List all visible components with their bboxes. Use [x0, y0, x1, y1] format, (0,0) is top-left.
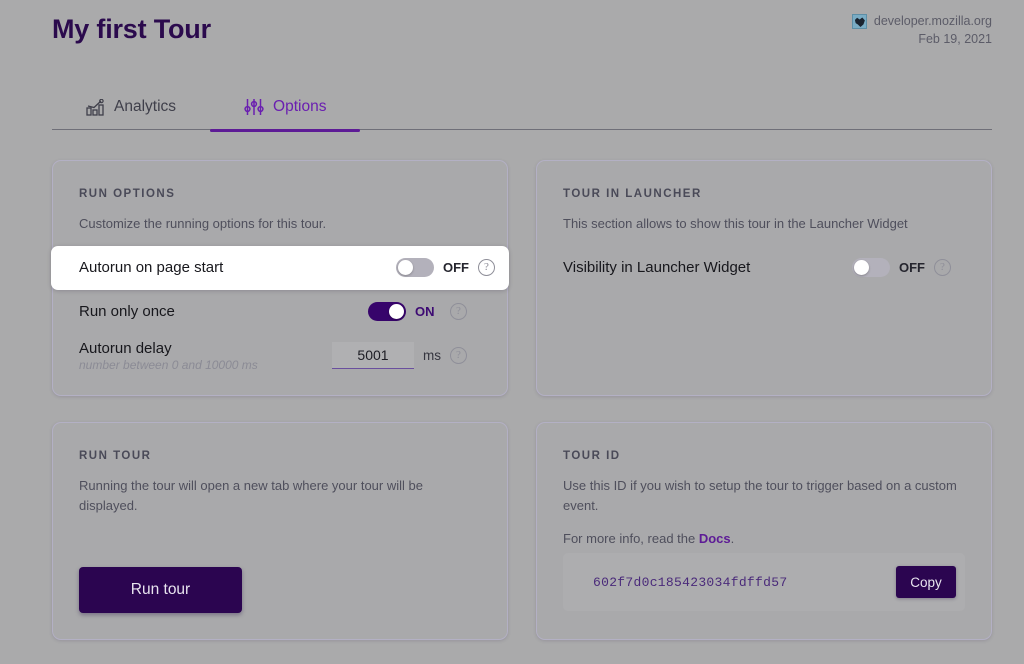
- help-icon-autorun-delay[interactable]: ?: [450, 347, 467, 364]
- toggle-autorun-on-page-start[interactable]: [396, 258, 434, 277]
- tour-in-launcher-rows: Visibility in Launcher Widget OFF ?: [563, 246, 965, 290]
- page-header: My first Tour developer.mozilla.org Feb …: [0, 0, 1024, 72]
- page-title: My first Tour: [52, 14, 211, 45]
- tab-options[interactable]: Options: [210, 84, 360, 130]
- toggle-visibility-state: OFF: [899, 260, 925, 275]
- toggle-run-only-once-state: ON: [415, 304, 441, 319]
- card-run-options-title: RUN OPTIONS: [79, 188, 481, 200]
- sliders-icon: [244, 98, 264, 116]
- row-visibility-label: Visibility in Launcher Widget: [563, 259, 750, 276]
- row-run-only-once[interactable]: Run only once ON ?: [79, 290, 481, 334]
- help-icon-run-only-once[interactable]: ?: [450, 303, 467, 320]
- toggle-knob: [389, 304, 404, 319]
- card-run-options-description: Customize the running options for this t…: [79, 214, 474, 234]
- mdn-favicon-icon: [852, 14, 867, 29]
- card-tour-id-title: TOUR ID: [563, 450, 965, 462]
- card-tour-in-launcher: TOUR IN LAUNCHER This section allows to …: [536, 160, 992, 396]
- row-autorun-delay-label: Autorun delay: [79, 340, 258, 357]
- card-run-tour-title: RUN TOUR: [79, 450, 481, 462]
- toggle-autorun-state: OFF: [443, 260, 469, 275]
- tour-id-box: 602f7d0c185423034fdffd57 Copy: [563, 553, 965, 611]
- row-autorun-label: Autorun on page start: [79, 259, 223, 276]
- row-autorun-on-page-start[interactable]: Autorun on page start OFF ?: [51, 246, 509, 290]
- site-name: developer.mozilla.org: [874, 13, 992, 30]
- card-tour-id: TOUR ID Use this ID if you wish to setup…: [536, 422, 992, 640]
- row-autorun-delay: Autorun delay number between 0 and 10000…: [79, 334, 481, 378]
- docs-link[interactable]: Docs: [699, 531, 731, 546]
- tab-options-label: Options: [273, 98, 326, 116]
- tab-analytics-label: Analytics: [114, 98, 176, 116]
- bar-chart-icon: [86, 99, 105, 116]
- help-icon-visibility[interactable]: ?: [934, 259, 951, 276]
- tab-analytics[interactable]: Analytics: [52, 84, 210, 130]
- site-date: Feb 19, 2021: [852, 31, 992, 48]
- card-tour-id-info: For more info, read the Docs.: [563, 529, 958, 549]
- card-tour-in-launcher-title: TOUR IN LAUNCHER: [563, 188, 965, 200]
- run-tour-button[interactable]: Run tour: [79, 567, 242, 613]
- cards-grid: RUN OPTIONS Customize the running option…: [52, 160, 992, 640]
- info-suffix: .: [731, 531, 735, 546]
- toggle-visibility-in-launcher[interactable]: [852, 258, 890, 277]
- help-icon-autorun[interactable]: ?: [478, 259, 495, 276]
- run-options-rows: Autorun on page start OFF ? Run only onc…: [79, 246, 481, 378]
- row-visibility-in-launcher[interactable]: Visibility in Launcher Widget OFF ?: [563, 246, 965, 290]
- card-tour-in-launcher-description: This section allows to show this tour in…: [563, 214, 958, 234]
- toggle-knob: [398, 260, 413, 275]
- card-tour-id-description: Use this ID if you wish to setup the tou…: [563, 476, 958, 515]
- card-run-tour-description: Running the tour will open a new tab whe…: [79, 476, 474, 515]
- autorun-delay-input[interactable]: [332, 342, 414, 369]
- row-autorun-delay-hint: number between 0 and 10000 ms: [79, 358, 258, 372]
- card-run-tour: RUN TOUR Running the tour will open a ne…: [52, 422, 508, 640]
- row-run-only-once-label: Run only once: [79, 303, 175, 320]
- info-prefix: For more info, read the: [563, 531, 699, 546]
- autorun-delay-unit: ms: [423, 348, 441, 363]
- tab-bar: Analytics Options: [52, 84, 992, 130]
- site-meta: developer.mozilla.org Feb 19, 2021: [852, 13, 992, 48]
- options-page: My first Tour developer.mozilla.org Feb …: [0, 0, 1024, 664]
- toggle-knob: [854, 260, 869, 275]
- card-run-options: RUN OPTIONS Customize the running option…: [52, 160, 508, 396]
- copy-button[interactable]: Copy: [896, 566, 956, 598]
- toggle-run-only-once[interactable]: [368, 302, 406, 321]
- tour-id-value[interactable]: 602f7d0c185423034fdffd57: [593, 575, 787, 590]
